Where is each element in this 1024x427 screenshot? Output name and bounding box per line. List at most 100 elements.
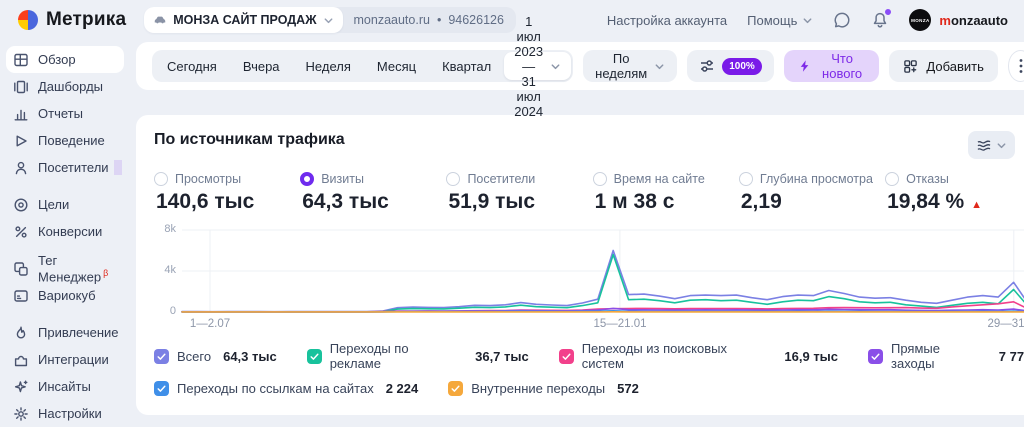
visitors-icon [13,160,29,176]
sidebar-item-label: Дашборды [38,79,103,94]
sampling-filter-button[interactable]: 100% [687,50,774,82]
conversions-icon [13,224,29,240]
site-favicon-car-icon [153,13,167,27]
legend-checkbox[interactable] [154,381,169,396]
metric-option[interactable]: Глубина просмотра 2,19 [738,172,885,214]
traffic-chart[interactable]: 0 4k 8k 1—2.07 15—21.01 29—31.07 [154,223,1024,333]
legend-item[interactable]: Прямые заходы 7 776 [868,341,1024,371]
y-axis-tick: 8k [164,223,176,235]
metric-radio[interactable] [446,172,461,186]
metric-radio[interactable] [738,172,753,186]
metrica-logo[interactable]: Метрика [18,9,126,31]
chevron-down-icon [550,61,561,72]
sidebar-item-reports[interactable]: Отчеты [6,100,124,127]
reports-icon [13,106,29,122]
metric-option[interactable]: Посетители 51,9 тыс [446,172,592,214]
grouping-select[interactable]: По неделям [583,50,678,82]
metric-value: 140,6 тыс [156,190,255,213]
range-button[interactable]: Вчера [230,52,293,80]
sidebar-group: Обзор Дашборды Отчеты Поведение Посетители [6,46,124,181]
sidebar-item-settings[interactable]: Настройки [6,400,124,427]
account-settings-link[interactable]: Настройка аккаунта [607,13,727,28]
metric-option[interactable]: Отказы 19,84 % ▲ [885,172,1024,214]
legend-item[interactable]: Переходы по рекламе 36,7 тыс [306,341,529,371]
date-range-select[interactable]: 1 июл 2023 — 31 июл 2024 [504,14,572,119]
sidebar-item-dashboards[interactable]: Дашборды [6,73,124,100]
range-button[interactable]: Месяц [364,52,429,80]
sidebar-item-overview[interactable]: Обзор [6,46,124,73]
x-axis-tick: 15—21.01 [593,318,647,330]
notifications-button[interactable] [871,9,892,29]
traffic-chart-canvas[interactable] [154,227,1024,315]
sidebar-item-tag-manager[interactable]: Тег Менеджер β [6,253,124,284]
metric-value: 51,9 тыс [448,190,536,213]
legend-checkbox[interactable] [154,348,169,364]
legend-label: Прямые заходы [891,341,940,371]
sidebar-item-visitors[interactable]: Посетители [6,154,124,181]
chevron-down-icon [996,140,1007,151]
legend-item[interactable]: Всего 64,3 тыс [154,348,277,364]
legend-item[interactable]: Переходы по ссылкам на сайтах 2 224 [154,381,418,396]
sidebar-item-behavior[interactable]: Поведение [6,127,124,154]
chart-type-select[interactable] [968,131,1016,159]
legend-value: 7 776 [998,348,1024,364]
range-button[interactable]: Неделя [293,52,364,80]
metric-radio[interactable] [885,172,900,186]
date-range-group: Сегодня Вчера Неделя Месяц Квартал 1 июл 2023… [152,14,574,119]
metrica-logo-icon [18,10,38,30]
metric-label: Визиты [321,172,364,186]
toolbar-more-button[interactable] [1007,50,1024,82]
counter-switcher: МОНЗА САЙТ ПРОДАЖ monzaauto.ru • 9462612… [144,7,516,33]
range-button[interactable]: Сегодня [154,52,230,80]
chevron-down-icon [323,15,334,26]
metric-option[interactable]: Время на сайте 1 м 38 с [592,172,739,214]
metric-selected[interactable]: Визиты 64,3 тыс [300,172,446,214]
sidebar-item-label: Привлечение [38,325,119,340]
variocube-icon [13,288,29,304]
legend-checkbox[interactable] [306,348,322,364]
legend-item[interactable]: Внутренние переходы 572 [448,381,639,396]
account-settings-label: Настройка аккаунта [606,12,728,28]
sidebar-item-label: Обзор [38,52,76,67]
sidebar-item-label: Отчеты [38,106,83,121]
chat-button[interactable] [833,11,851,29]
legend-checkbox[interactable] [448,381,464,396]
date-range-label: 1 июл 2023 — 31 июл 2024 [514,13,544,119]
help-menu[interactable]: Помощь [747,13,813,28]
whats-new-button[interactable]: Что нового [783,50,880,82]
legend-value: 64,3 тыс [223,348,277,364]
sidebar-item-integrations[interactable]: Интеграции [6,346,124,373]
line-chart-icon [976,137,992,153]
sidebar-item-goals[interactable]: Цели [6,191,124,218]
legend-checkbox[interactable] [558,348,574,364]
card-controls [968,131,1024,159]
add-widget-button[interactable]: Добавить [889,50,998,82]
beta-badge: β [103,267,109,278]
metric-radio[interactable] [300,172,315,186]
legend-value: 572 [617,381,639,396]
metric-option[interactable]: Просмотры 140,6 тыс [154,172,300,214]
metric-radio[interactable] [154,172,168,186]
sidebar-item-label: Инсайты [38,379,91,394]
range-button[interactable]: Квартал [429,52,504,80]
metric-value: 2,19 [740,190,782,213]
sidebar-item-attraction[interactable]: Привлечение [6,319,124,346]
avatar: MONZA [909,9,932,31]
chart-legend: Всего 64,3 тыс Переходы по рекламе 36,7 тыс… [154,341,1024,396]
grouping-label: По неделям [595,51,648,81]
sidebar-item-conversions[interactable]: Конверсии [6,218,124,245]
metric-radio[interactable] [592,172,607,186]
sidebar-item-variocube[interactable]: Вариокуб [6,282,124,309]
metric-label: Просмотры [175,172,242,186]
sidebar-group: Тег Менеджер β Вариокуб [6,253,124,309]
sliders-icon [699,58,715,74]
counter-domain[interactable]: monzaauto.ru [354,13,430,27]
legend-checkbox[interactable] [868,348,883,364]
insights-icon [13,379,29,395]
header-actions: Настройка аккаунта Помощь MONZA monzaaut… [607,9,1008,31]
sidebar-item-insights[interactable]: Инсайты [6,373,124,400]
legend-item[interactable]: Переходы из поисковых систем 16,9 тыс [558,341,838,371]
counter-select-button[interactable]: МОНЗА САЙТ ПРОДАЖ [144,7,343,33]
user-menu[interactable]: MONZA monzaauto [909,9,1008,31]
legend-value: 36,7 тыс [475,348,529,364]
